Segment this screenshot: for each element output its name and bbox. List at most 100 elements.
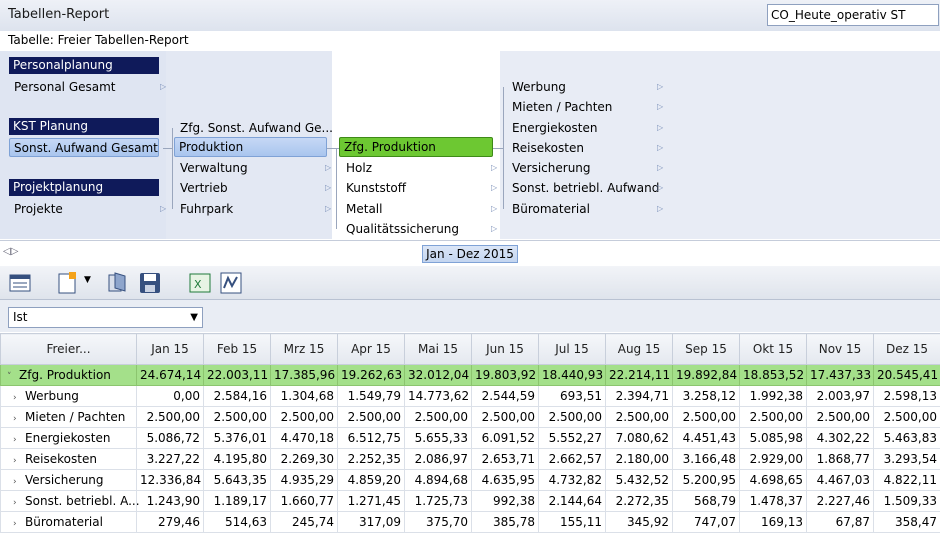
tree-item-vertrieb[interactable]: Vertrieb▷: [180, 179, 330, 197]
value-cell[interactable]: 2.929,00: [740, 449, 807, 470]
value-cell[interactable]: 2.500,00: [271, 407, 338, 428]
column-header-month[interactable]: Apr 15: [338, 334, 405, 365]
table-row[interactable]: ›Sonst. betriebl. A...1.243,901.189,171.…: [1, 491, 940, 512]
value-cell[interactable]: 568,79: [673, 491, 740, 512]
value-cell[interactable]: 3.227,22: [137, 449, 204, 470]
value-cell[interactable]: 18.853,52: [740, 365, 807, 386]
tree-item-qualitaetssicherung[interactable]: Qualitätssicherung▷: [346, 220, 496, 238]
value-cell[interactable]: 5.432,52: [606, 470, 673, 491]
value-cell[interactable]: 5.086,72: [137, 428, 204, 449]
summary-row[interactable]: ˅Zfg. Produktion24.674,1422.003,1117.385…: [1, 365, 940, 386]
value-cell[interactable]: 385,78: [472, 512, 539, 533]
value-cell[interactable]: 2.086,97: [405, 449, 472, 470]
open-icon[interactable]: [105, 270, 131, 296]
value-cell[interactable]: 0,00: [137, 386, 204, 407]
value-cell[interactable]: 14.773,62: [405, 386, 472, 407]
value-cell[interactable]: 1.271,45: [338, 491, 405, 512]
value-cell[interactable]: 2.269,30: [271, 449, 338, 470]
value-cell[interactable]: 4.470,18: [271, 428, 338, 449]
timeline-scroll-icon[interactable]: ◁▷: [3, 246, 18, 257]
value-cell[interactable]: 5.643,35: [204, 470, 271, 491]
value-cell[interactable]: 2.252,35: [338, 449, 405, 470]
tree-item-projekte[interactable]: Projekte▷: [14, 200, 164, 218]
value-cell[interactable]: 693,51: [539, 386, 606, 407]
row-label[interactable]: ›Reisekosten: [1, 449, 137, 470]
column-header-month[interactable]: Feb 15: [204, 334, 271, 365]
column-header-month[interactable]: Sep 15: [673, 334, 740, 365]
row-label[interactable]: ›Energiekosten: [1, 428, 137, 449]
tree-item-reisekosten[interactable]: Reisekosten▷: [512, 139, 667, 157]
value-cell[interactable]: 375,70: [405, 512, 472, 533]
value-cell[interactable]: 2.500,00: [807, 407, 874, 428]
value-cell[interactable]: 4.698,65: [740, 470, 807, 491]
tree-item-sonst-betriebl-aufwand[interactable]: Sonst. betriebl. Aufwand▷: [512, 179, 667, 197]
tree-item-energiekosten[interactable]: Energiekosten▷: [512, 119, 667, 137]
value-cell[interactable]: 2.144,64: [539, 491, 606, 512]
value-cell[interactable]: 19.892,84: [673, 365, 740, 386]
value-cell[interactable]: 1.549,79: [338, 386, 405, 407]
value-cell[interactable]: 2.272,35: [606, 491, 673, 512]
column-header-month[interactable]: Dez 15: [874, 334, 940, 365]
row-label[interactable]: ›Mieten / Pachten: [1, 407, 137, 428]
value-cell[interactable]: 20.545,41: [874, 365, 940, 386]
value-cell[interactable]: 2.598,13: [874, 386, 940, 407]
table-row[interactable]: ›Werbung0,002.584,161.304,681.549,7914.7…: [1, 386, 940, 407]
expand-icon[interactable]: ›: [13, 435, 25, 445]
value-cell[interactable]: 1.478,37: [740, 491, 807, 512]
tree-item-sonst-aufwand-gesamt[interactable]: Sonst. Aufwand Gesamt: [9, 138, 159, 157]
tree-item-produktion[interactable]: Produktion: [174, 137, 327, 157]
value-cell[interactable]: 2.544,59: [472, 386, 539, 407]
column-header-name[interactable]: Freier...: [1, 334, 137, 365]
tree-item-verwaltung[interactable]: Verwaltung▷: [180, 159, 330, 177]
table-row[interactable]: ›Versicherung12.336,845.643,354.935,294.…: [1, 470, 940, 491]
value-cell[interactable]: 4.195,80: [204, 449, 271, 470]
value-cell[interactable]: 7.080,62: [606, 428, 673, 449]
value-cell[interactable]: 2.584,16: [204, 386, 271, 407]
row-label[interactable]: ˅Zfg. Produktion: [1, 365, 137, 386]
value-cell[interactable]: 17.385,96: [271, 365, 338, 386]
value-cell[interactable]: 18.440,93: [539, 365, 606, 386]
value-cell[interactable]: 1.725,73: [405, 491, 472, 512]
value-cell[interactable]: 3.166,48: [673, 449, 740, 470]
tree-item-werbung[interactable]: Werbung▷: [512, 78, 667, 96]
chart-icon[interactable]: [218, 270, 244, 296]
column-header-month[interactable]: Jul 15: [539, 334, 606, 365]
value-cell[interactable]: 358,47: [874, 512, 940, 533]
tree-item-holz[interactable]: Holz▷: [346, 159, 496, 177]
value-cell[interactable]: 4.451,43: [673, 428, 740, 449]
value-cell[interactable]: 2.500,00: [204, 407, 271, 428]
tree-item-kunststoff[interactable]: Kunststoff▷: [346, 179, 496, 197]
value-cell[interactable]: 1.660,77: [271, 491, 338, 512]
tree-item-zfg-sonst-aufwand[interactable]: Zfg. Sonst. Aufwand Ge...: [180, 119, 330, 137]
value-cell[interactable]: 2.500,00: [338, 407, 405, 428]
value-cell[interactable]: 5.200,95: [673, 470, 740, 491]
value-cell[interactable]: 1.243,90: [137, 491, 204, 512]
value-cell[interactable]: 5.463,83: [874, 428, 940, 449]
period-selector[interactable]: Jan - Dez 2015: [422, 245, 518, 263]
context-field[interactable]: CO_Heute_operativ ST: [767, 4, 939, 26]
expand-icon[interactable]: ›: [13, 414, 25, 424]
scenario-select[interactable]: Ist ▼: [8, 307, 203, 328]
column-header-month[interactable]: Mrz 15: [271, 334, 338, 365]
value-cell[interactable]: 514,63: [204, 512, 271, 533]
value-cell[interactable]: 2.662,57: [539, 449, 606, 470]
value-cell[interactable]: 169,13: [740, 512, 807, 533]
tree-item-versicherung[interactable]: Versicherung▷: [512, 159, 667, 177]
row-label[interactable]: ›Versicherung: [1, 470, 137, 491]
value-cell[interactable]: 1.868,77: [807, 449, 874, 470]
value-cell[interactable]: 5.376,01: [204, 428, 271, 449]
row-label[interactable]: ›Büromaterial: [1, 512, 137, 533]
value-cell[interactable]: 2.500,00: [874, 407, 940, 428]
value-cell[interactable]: 2.227,46: [807, 491, 874, 512]
column-header-month[interactable]: Mai 15: [405, 334, 472, 365]
tree-header-personalplanung[interactable]: Personalplanung: [9, 57, 159, 74]
tree-header-projektplanung[interactable]: Projektplanung: [9, 179, 159, 196]
value-cell[interactable]: 5.552,27: [539, 428, 606, 449]
value-cell[interactable]: 2.500,00: [472, 407, 539, 428]
value-cell[interactable]: 67,87: [807, 512, 874, 533]
value-cell[interactable]: 4.635,95: [472, 470, 539, 491]
row-label[interactable]: ›Werbung: [1, 386, 137, 407]
column-header-month[interactable]: Nov 15: [807, 334, 874, 365]
table-row[interactable]: ›Mieten / Pachten2.500,002.500,002.500,0…: [1, 407, 940, 428]
value-cell[interactable]: 22.003,11: [204, 365, 271, 386]
